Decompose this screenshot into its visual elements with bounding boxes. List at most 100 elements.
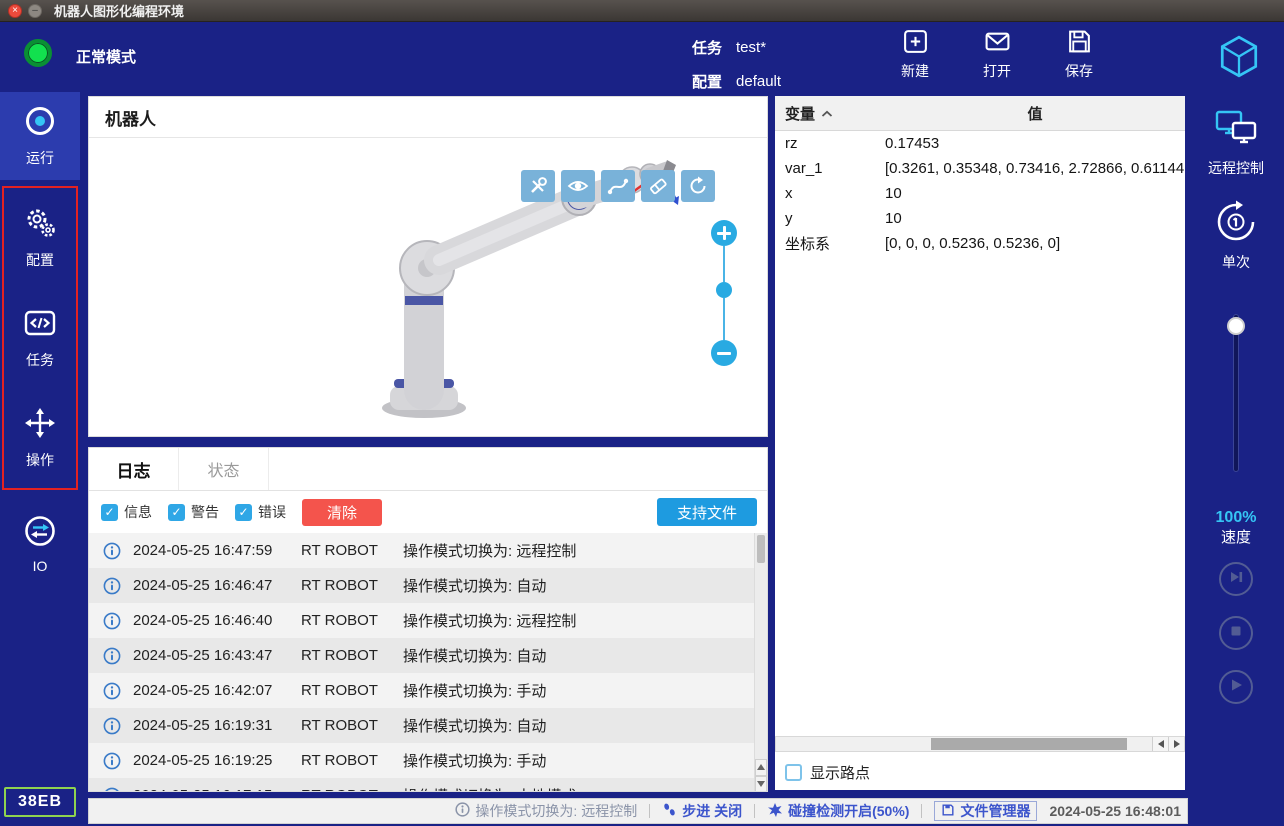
log-row[interactable]: 2024-05-25 16:47:59 RT ROBOT 操作模式切换为: 远程…	[89, 533, 767, 568]
tab-status[interactable]: 状态	[179, 448, 269, 490]
minimize-icon[interactable]: –	[28, 4, 42, 18]
header-buttons: 新建 打开 保存	[886, 28, 1108, 81]
tools-icon[interactable]	[521, 170, 555, 202]
zoom-control	[711, 220, 737, 366]
path-spline-icon[interactable]	[601, 170, 635, 202]
filter-warning-checkbox[interactable]: 警告	[168, 502, 219, 522]
checkbox-unchecked-icon	[785, 764, 802, 781]
task-value[interactable]: test*	[736, 39, 766, 56]
sidebar-item-config[interactable]: 配置	[4, 188, 76, 288]
log-row[interactable]: 2024-05-25 16:46:47 RT ROBOT 操作模式切换为: 自动	[89, 568, 767, 603]
play-button[interactable]	[1219, 670, 1253, 704]
collapse-caret-icon[interactable]	[821, 105, 833, 122]
file-manager-button[interactable]: 文件管理器	[934, 801, 1037, 821]
remote-control-button[interactable]: 远程控制	[1188, 108, 1284, 178]
variables-column-name[interactable]: 变量	[775, 103, 885, 124]
speed-slider-track[interactable]	[1233, 314, 1239, 472]
log-filter-bar: 信息 警告 错误 清除 支持文件	[89, 491, 767, 533]
statusbar-mode-message: 操作模式切换为: 远程控制	[455, 801, 637, 821]
collision-icon	[767, 802, 783, 821]
scroll-right-icon[interactable]	[1168, 737, 1184, 751]
scrollbar-thumb[interactable]	[757, 535, 765, 563]
log-row[interactable]: 2024-05-25 16:46:40 RT ROBOT 操作模式切换为: 远程…	[89, 603, 767, 638]
eye-icon[interactable]	[561, 170, 595, 202]
variable-row[interactable]: y 10	[775, 206, 1185, 231]
show-waypoints-label: 显示路点	[810, 762, 870, 783]
app-logo-cube-icon	[1216, 34, 1262, 85]
config-label: 配置	[692, 71, 722, 92]
log-row[interactable]: 2024-05-25 16:42:07 RT ROBOT 操作模式切换为: 手动	[89, 673, 767, 708]
info-icon	[103, 787, 121, 793]
open-button[interactable]: 打开	[968, 28, 1026, 81]
step-forward-button[interactable]	[1219, 562, 1253, 596]
file-manager-label: 文件管理器	[960, 801, 1030, 821]
variable-name: rz	[775, 135, 885, 152]
io-swap-icon	[23, 514, 57, 551]
open-file-icon	[984, 28, 1011, 58]
variable-name: y	[775, 210, 885, 227]
sidebar-item-task[interactable]: 任务	[4, 288, 76, 388]
single-cycle-button[interactable]: 单次	[1188, 200, 1284, 272]
show-waypoints-checkbox[interactable]: 显示路点	[785, 762, 870, 783]
save-button-label: 保存	[1065, 61, 1093, 81]
separator	[921, 804, 922, 818]
tab-log[interactable]: 日志	[89, 448, 179, 490]
log-time: 2024-05-25 16:46:47	[133, 577, 301, 594]
variable-row[interactable]: var_1 [0.3261, 0.35348, 0.73416, 2.72866…	[775, 156, 1185, 181]
statusbar: 操作模式切换为: 远程控制 步进 关闭 碰撞检测开启(50%) 文件管理器 20…	[88, 798, 1188, 824]
filter-error-checkbox[interactable]: 错误	[235, 502, 286, 522]
play-icon	[1227, 676, 1245, 699]
single-cycle-label: 单次	[1222, 252, 1250, 272]
variable-row[interactable]: 坐标系 [0, 0, 0, 0.5236, 0.5236, 0]	[775, 231, 1185, 256]
variable-row[interactable]: rz 0.17453	[775, 131, 1185, 156]
log-tabs: 日志 状态	[89, 448, 767, 491]
remote-control-label: 远程控制	[1208, 158, 1264, 178]
info-icon	[103, 577, 121, 595]
rotate-icon[interactable]	[681, 170, 715, 202]
log-row[interactable]: 2024-05-25 16:19:25 RT ROBOT 操作模式切换为: 手动	[89, 743, 767, 778]
collision-toggle[interactable]: 碰撞检测开启(50%)	[767, 801, 909, 821]
sidebar-item-io[interactable]: IO	[0, 498, 80, 590]
gear-icon	[23, 206, 57, 243]
speed-slider-handle[interactable]	[1227, 317, 1245, 335]
config-value[interactable]: default	[736, 73, 781, 90]
new-button[interactable]: 新建	[886, 28, 944, 81]
log-source: RT ROBOT	[301, 542, 403, 559]
scroll-up-icon[interactable]	[755, 759, 767, 776]
move-arrows-icon	[23, 406, 57, 443]
log-time: 2024-05-25 16:43:47	[133, 647, 301, 664]
step-toggle[interactable]: 步进 关闭	[662, 801, 742, 821]
filter-error-label: 错误	[258, 502, 286, 522]
log-time: 2024-05-25 16:47:59	[133, 542, 301, 559]
checkbox-checked-icon	[101, 504, 118, 521]
zoom-slider-handle[interactable]	[716, 282, 732, 298]
log-panel: 日志 状态 信息 警告 错误 清除 支持文件 2024-05-25 16:47:…	[88, 447, 768, 792]
scrollbar-thumb[interactable]	[931, 738, 1127, 750]
variable-value: [0.3261, 0.35348, 0.73416, 2.72866, 0.61…	[885, 160, 1185, 177]
log-row[interactable]: 2024-05-25 16:43:47 RT ROBOT 操作模式切换为: 自动	[89, 638, 767, 673]
log-row[interactable]: 2024-05-25 16:17:15 RT ROBOT 操作模式切换为: 本地…	[89, 778, 767, 792]
filter-info-checkbox[interactable]: 信息	[101, 502, 152, 522]
log-row[interactable]: 2024-05-25 16:19:31 RT ROBOT 操作模式切换为: 自动	[89, 708, 767, 743]
zoom-out-icon[interactable]	[711, 340, 737, 366]
sidebar-item-run[interactable]: 运行	[0, 92, 80, 180]
sidebar-item-operate[interactable]: 操作	[4, 388, 76, 488]
checkbox-checked-icon	[235, 504, 252, 521]
eraser-icon[interactable]	[641, 170, 675, 202]
stop-button[interactable]	[1219, 616, 1253, 650]
log-source: RT ROBOT	[301, 682, 403, 699]
clear-button[interactable]: 清除	[302, 499, 382, 526]
robot-3d-viewport[interactable]	[89, 138, 767, 435]
remote-control-icon	[1213, 108, 1259, 153]
right-sidebar: 远程控制 单次 100% 速度	[1188, 92, 1284, 826]
variable-row[interactable]: x 10	[775, 181, 1185, 206]
new-document-icon	[902, 28, 929, 58]
scroll-left-icon[interactable]	[1152, 737, 1168, 751]
support-files-button[interactable]: 支持文件	[657, 498, 757, 526]
save-button[interactable]: 保存	[1050, 28, 1108, 81]
scroll-down-icon[interactable]	[755, 776, 767, 792]
variables-horizontal-scrollbar[interactable]	[775, 736, 1185, 752]
close-icon[interactable]: ×	[8, 4, 22, 18]
log-vertical-scrollbar[interactable]	[754, 533, 767, 792]
zoom-in-icon[interactable]	[711, 220, 737, 246]
